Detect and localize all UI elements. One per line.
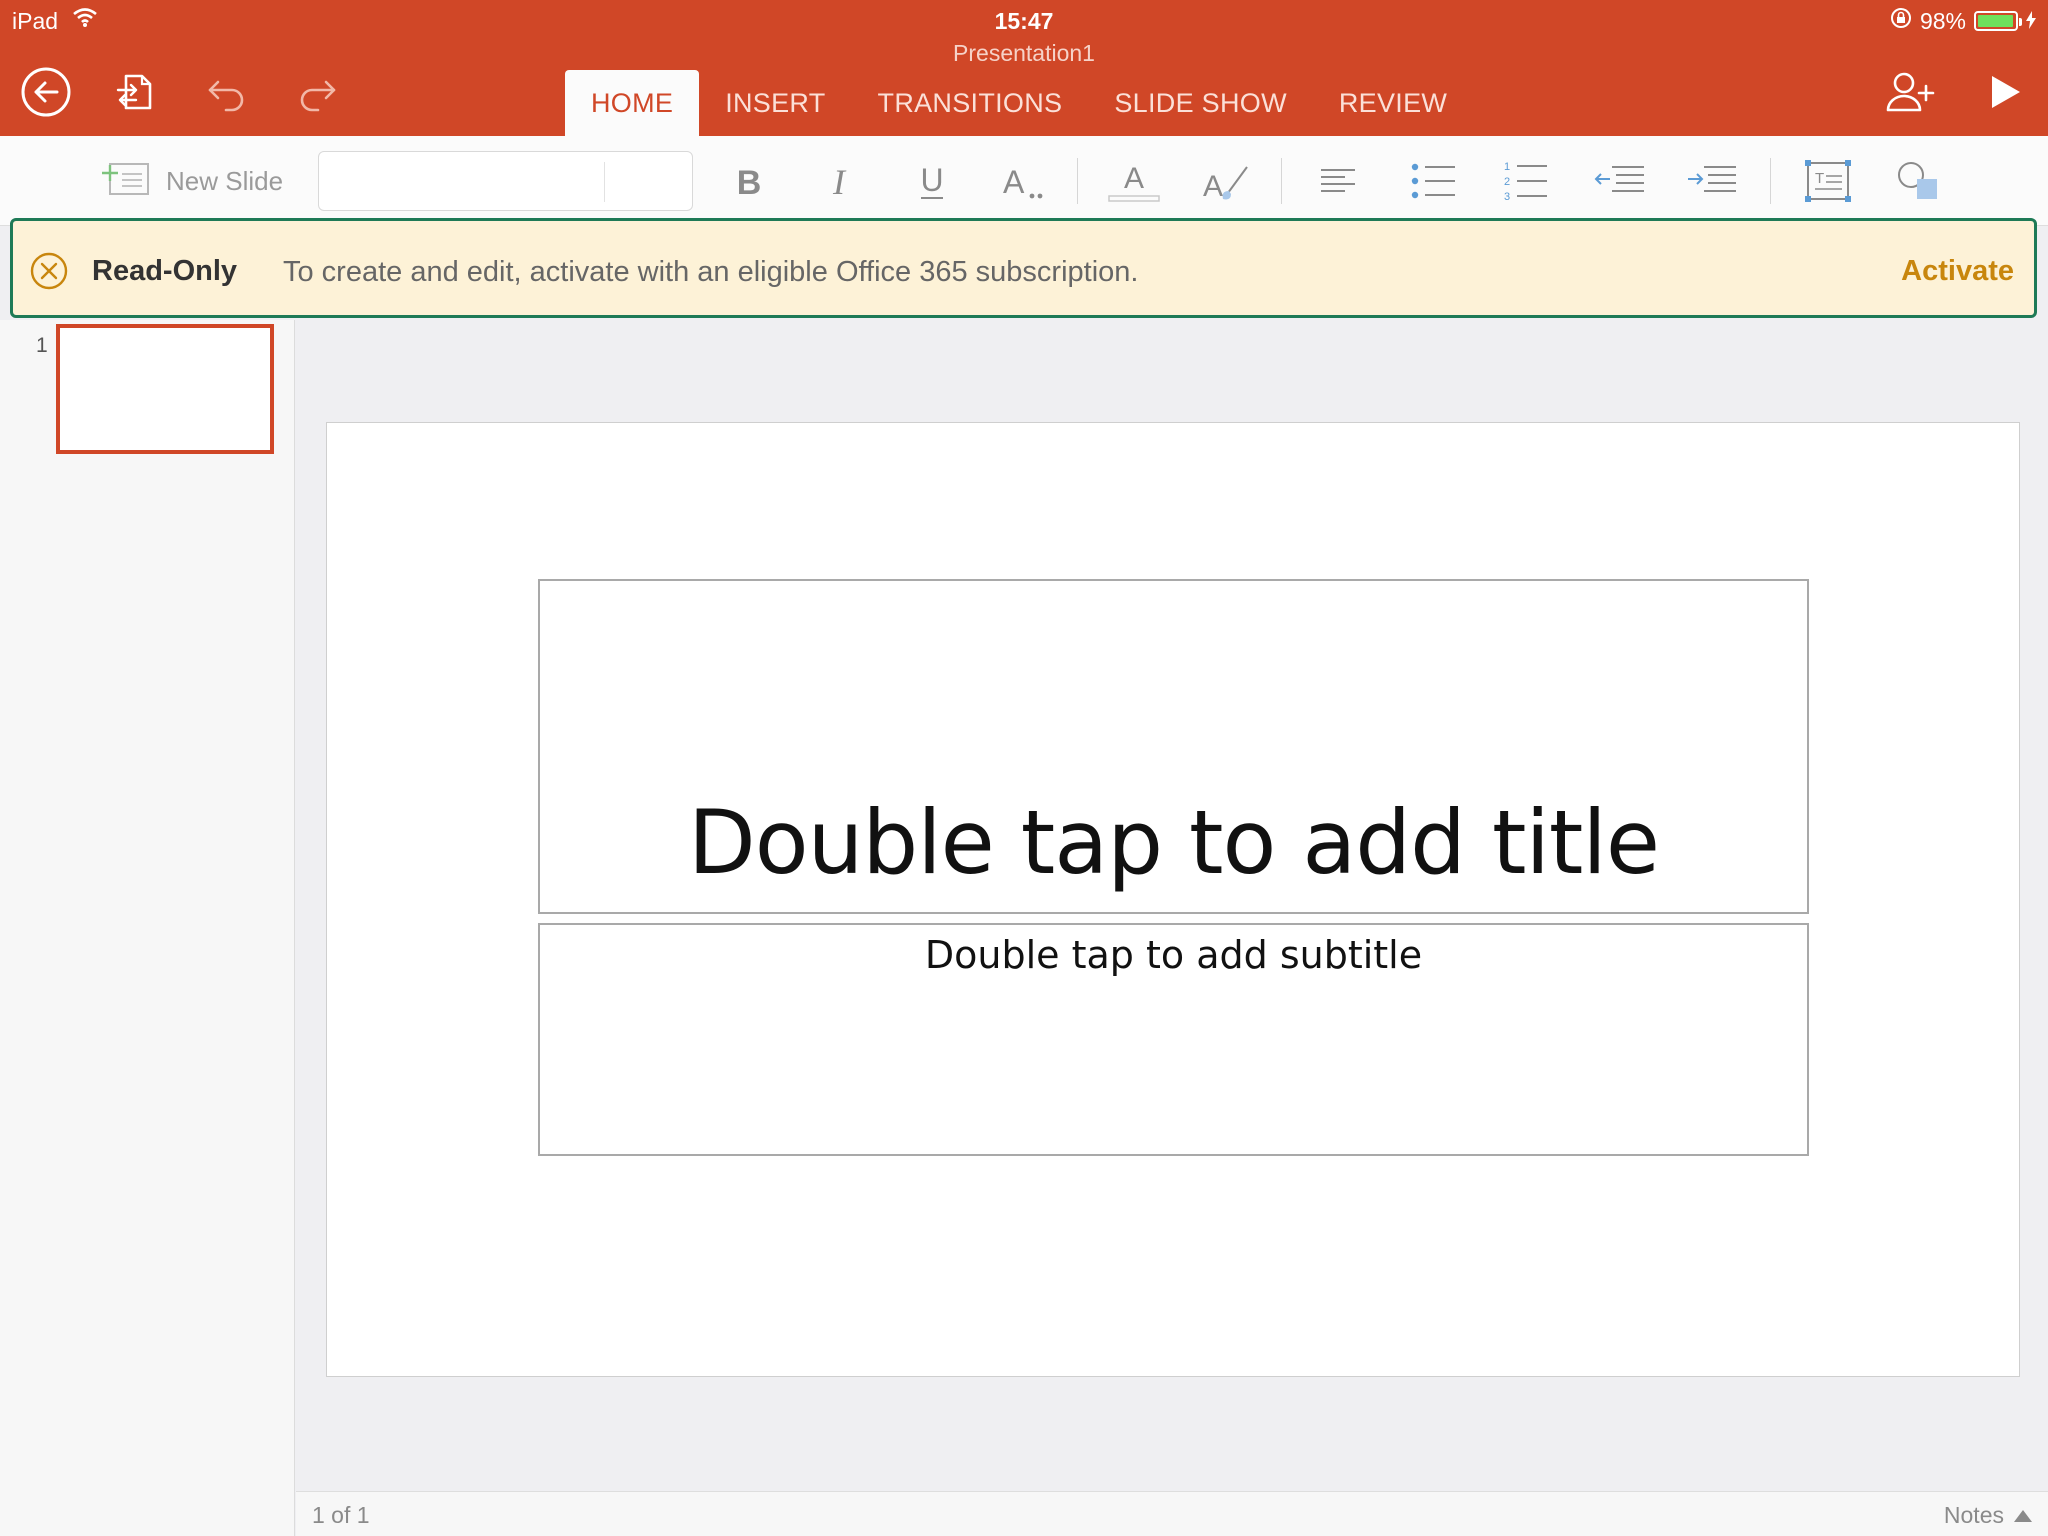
tab-slide-show[interactable]: SLIDE SHOW — [1088, 70, 1313, 136]
font-size-icon[interactable]: A — [995, 154, 1053, 208]
tab-home[interactable]: HOME — [565, 70, 700, 136]
tab-insert[interactable]: INSERT — [699, 70, 851, 136]
status-footer: 1 of 1 Notes — [296, 1491, 2048, 1536]
rotation-lock-icon — [1890, 7, 1912, 35]
highlight-icon[interactable]: A — [1196, 154, 1258, 208]
app-header: iPad 15:47 98% Presentation1 HOME INSERT… — [0, 0, 2048, 136]
back-icon[interactable] — [20, 66, 72, 118]
home-ribbon: New Slide B I U A A A 1 2 3 T — [0, 136, 2048, 226]
svg-text:B: B — [737, 164, 762, 201]
close-circle-icon[interactable] — [29, 251, 69, 296]
italic-icon[interactable]: I — [812, 154, 866, 208]
slide-thumbnails-pane: 1 — [0, 320, 295, 1536]
title-placeholder-text: Double tap to add title — [687, 791, 1660, 894]
play-icon[interactable] — [1978, 66, 2030, 118]
undo-icon[interactable] — [200, 66, 252, 118]
decrease-indent-icon[interactable] — [1590, 154, 1650, 208]
svg-text:I: I — [832, 162, 847, 201]
notes-button[interactable]: Notes — [1944, 1502, 2032, 1529]
activate-button[interactable]: Activate — [1901, 255, 2014, 288]
status-right: 98% — [1890, 7, 2036, 35]
svg-text:2: 2 — [1504, 176, 1510, 188]
new-slide-label: New Slide — [166, 165, 284, 196]
document-title: Presentation1 — [953, 40, 1095, 66]
font-color-icon[interactable]: A — [1104, 154, 1164, 208]
read-only-message: To create and edit, activate with an eli… — [283, 256, 1139, 288]
page-indicator: 1 of 1 — [312, 1502, 370, 1528]
svg-text:A: A — [1203, 170, 1223, 203]
battery-percent: 98% — [1919, 7, 1966, 34]
subtitle-placeholder[interactable]: Double tap to add subtitle — [538, 923, 1809, 1156]
notes-label: Notes — [1943, 1502, 2004, 1528]
ribbon-separator — [1770, 158, 1771, 204]
new-slide-icon — [100, 161, 152, 202]
share-person-icon[interactable] — [1884, 66, 1936, 118]
subtitle-placeholder-text: Double tap to add subtitle — [924, 933, 1423, 977]
align-left-icon[interactable] — [1310, 154, 1366, 208]
file-icon[interactable] — [110, 66, 162, 118]
font-selector[interactable] — [318, 151, 693, 211]
shapes-icon[interactable] — [1890, 154, 1948, 208]
tab-transitions[interactable]: TRANSITIONS — [852, 70, 1089, 136]
tab-review[interactable]: REVIEW — [1313, 70, 1473, 136]
underline-icon[interactable]: U — [905, 154, 959, 208]
ribbon-separator — [1281, 158, 1282, 204]
font-selector-divider — [604, 162, 605, 202]
ribbon-tabs: HOME INSERT TRANSITIONS SLIDE SHOW REVIE… — [565, 70, 1473, 136]
status-bar: iPad 15:47 98% — [0, 0, 2048, 40]
svg-text:A: A — [1003, 164, 1025, 200]
slide-thumbnail[interactable] — [56, 324, 274, 454]
chevron-up-icon — [2014, 1509, 2032, 1522]
svg-text:U: U — [920, 162, 943, 198]
redo-icon[interactable] — [292, 66, 344, 118]
numbering-icon[interactable]: 1 2 3 — [1496, 154, 1556, 208]
new-slide-button[interactable]: New Slide — [100, 154, 300, 208]
ribbon-separator — [1077, 158, 1078, 204]
svg-text:1: 1 — [1504, 161, 1510, 173]
status-time: 15:47 — [994, 8, 1054, 34]
text-box-icon[interactable]: T — [1800, 154, 1856, 208]
svg-text:A: A — [1124, 162, 1144, 195]
read-only-banner: Read-Only To create and edit, activate w… — [10, 218, 2037, 318]
read-only-label: Read-Only — [92, 255, 238, 287]
slide-canvas[interactable]: Double tap to add title Double tap to ad… — [326, 422, 2020, 1377]
charging-icon — [2026, 8, 2036, 35]
title-placeholder[interactable]: Double tap to add title — [538, 579, 1809, 914]
battery-icon — [1974, 11, 2022, 31]
bold-icon[interactable]: B — [722, 154, 776, 208]
svg-text:3: 3 — [1504, 191, 1510, 203]
increase-indent-icon[interactable] — [1682, 154, 1742, 208]
bullets-icon[interactable] — [1404, 154, 1464, 208]
svg-text:T: T — [1815, 170, 1824, 187]
thumbnail-number: 1 — [36, 334, 48, 357]
